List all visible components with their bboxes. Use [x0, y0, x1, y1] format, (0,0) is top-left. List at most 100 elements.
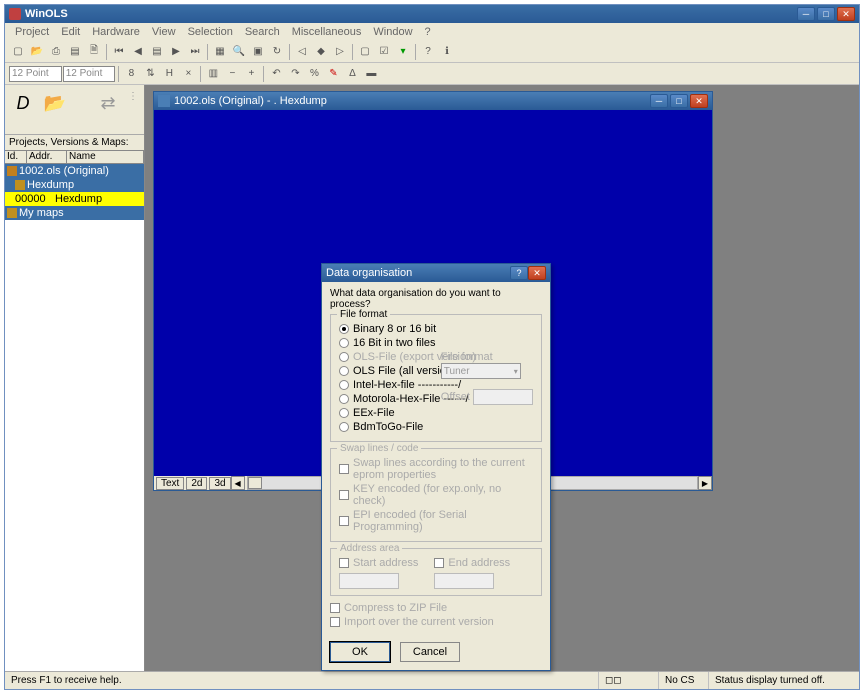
scroll-right-icon[interactable]: ▶ [698, 476, 712, 490]
ok-button[interactable]: OK [330, 642, 390, 662]
about-icon[interactable]: ? [419, 43, 437, 61]
connect-icon[interactable]: ⇄ [96, 91, 120, 115]
menu-misc[interactable]: Miscellaneous [286, 26, 368, 38]
comment-icon[interactable]: ▦ [211, 43, 229, 61]
next-icon[interactable]: ▶ [167, 43, 185, 61]
tree-label: Hexdump [27, 179, 74, 191]
project-tree[interactable]: 1002.ols (Original) Hexdump 00000 Hexdum… [5, 164, 144, 671]
bit8-icon[interactable]: 8 [122, 65, 140, 83]
tab-3d[interactable]: 3d [209, 477, 230, 490]
maximize-button[interactable]: □ [817, 7, 835, 21]
menu-selection[interactable]: Selection [182, 26, 239, 38]
factor-icon[interactable]: × [179, 65, 197, 83]
scroll-left-icon[interactable]: ◀ [231, 476, 245, 490]
side-columns: Id. Addr. Name [5, 150, 144, 164]
minus-icon[interactable]: − [223, 65, 241, 83]
prev-icon[interactable]: ◀ [129, 43, 147, 61]
radio-16bit[interactable]: 16 Bit in two files [339, 337, 533, 349]
redo-icon[interactable]: ↷ [286, 65, 304, 83]
replace-icon[interactable]: ↻ [268, 43, 286, 61]
radio-label: BdmToGo-File [353, 421, 423, 433]
child-maximize-button[interactable]: □ [670, 94, 688, 108]
font-combo-1[interactable]: 12 Point [9, 66, 62, 82]
menu-hardware[interactable]: Hardware [86, 26, 146, 38]
address-group: Address area Start address End address [330, 548, 542, 596]
menu-edit[interactable]: Edit [55, 26, 86, 38]
edit-icon[interactable]: ✎ [324, 65, 342, 83]
tree-row-mymaps[interactable]: My maps [5, 206, 144, 220]
more-icon[interactable]: ⋮ [128, 91, 138, 102]
tab-text[interactable]: Text [156, 477, 184, 490]
open-project-icon[interactable]: 📂 [43, 91, 67, 115]
list-icon[interactable]: ▤ [148, 43, 166, 61]
menu-window[interactable]: Window [367, 26, 418, 38]
end-label: End address [448, 557, 510, 569]
print-icon[interactable]: ⎙ [47, 43, 65, 61]
dialog-title: Data organisation [326, 267, 510, 279]
tune-icon[interactable]: % [305, 65, 323, 83]
check-icon [434, 558, 444, 568]
ffwd-icon[interactable]: ⏭ [186, 43, 204, 61]
help-icon[interactable]: ℹ [438, 43, 456, 61]
flag-icon[interactable]: ▾ [394, 43, 412, 61]
app-titlebar[interactable]: WinOLS ─ □ ✕ [5, 5, 859, 23]
radio-label: EEx-File [353, 407, 395, 419]
menu-search[interactable]: Search [239, 26, 286, 38]
chip-icon[interactable]: ▣ [249, 43, 267, 61]
tree-row-hexdump-parent[interactable]: Hexdump [5, 178, 144, 192]
graph-icon[interactable]: ☑ [375, 43, 393, 61]
menubar: Project Edit Hardware View Selection Sea… [5, 23, 859, 41]
tree-addr: 00000 [15, 193, 55, 205]
tree-row-hexdump[interactable]: 00000 Hexdump [5, 192, 144, 206]
font-combo-2[interactable]: 12 Point [63, 66, 116, 82]
offset-input [473, 389, 533, 405]
search-icon[interactable]: 🔍 [230, 43, 248, 61]
dialog-help-button[interactable]: ? [510, 266, 528, 280]
radio-binary[interactable]: Binary 8 or 16 bit [339, 323, 533, 335]
cancel-button[interactable]: Cancel [400, 642, 460, 662]
open-icon[interactable]: 📂 [28, 43, 46, 61]
plus-icon[interactable]: + [242, 65, 260, 83]
minimize-button[interactable]: ─ [797, 7, 815, 21]
cols-icon[interactable]: ▥ [204, 65, 222, 83]
box-icon[interactable]: ◆ [312, 43, 330, 61]
tree-row-project[interactable]: 1002.ols (Original) [5, 164, 144, 178]
delta-icon[interactable]: Δ [343, 65, 361, 83]
radio-icon [339, 352, 349, 362]
lohi-icon[interactable]: ⇅ [141, 65, 159, 83]
new-icon[interactable]: ▢ [9, 43, 27, 61]
window-icon[interactable]: ▢ [356, 43, 374, 61]
radio-bdmtogo[interactable]: BdmToGo-File [339, 421, 533, 433]
line-icon[interactable]: ▬ [362, 65, 380, 83]
address-legend: Address area [337, 543, 402, 554]
layers-icon[interactable]: ▤ [66, 43, 84, 61]
child-close-button[interactable]: ✕ [690, 94, 708, 108]
child-minimize-button[interactable]: ─ [650, 94, 668, 108]
close-button[interactable]: ✕ [837, 7, 855, 21]
hex-icon[interactable]: H [160, 65, 178, 83]
menu-view[interactable]: View [146, 26, 182, 38]
radio-icon [339, 408, 349, 418]
col-id[interactable]: Id. [5, 151, 27, 163]
menu-project[interactable]: Project [9, 26, 55, 38]
radio-eex[interactable]: EEx-File [339, 407, 533, 419]
child-titlebar[interactable]: 1002.ols (Original) - . Hexdump ─ □ ✕ [154, 92, 712, 110]
radio-icon [339, 422, 349, 432]
col-name[interactable]: Name [67, 151, 144, 163]
rewind-icon[interactable]: ⏮ [110, 43, 128, 61]
dialog-titlebar[interactable]: Data organisation ? ✕ [322, 264, 550, 282]
new-project-icon[interactable]: D [11, 91, 35, 115]
tab-2d[interactable]: 2d [186, 477, 207, 490]
move-icon[interactable]: ◁ [293, 43, 311, 61]
scroll-thumb[interactable] [248, 477, 262, 489]
play-icon[interactable]: ▷ [331, 43, 349, 61]
map-icon [15, 180, 25, 190]
dialog-close-button[interactable]: ✕ [528, 266, 546, 280]
doc-icon [158, 95, 170, 107]
preview-icon[interactable]: 🗎 [85, 43, 103, 61]
undo-icon[interactable]: ↶ [267, 65, 285, 83]
status-display: Status display turned off. [709, 672, 859, 689]
col-addr[interactable]: Addr. [27, 151, 67, 163]
swap-legend: Swap lines / code [337, 443, 421, 454]
menu-help[interactable]: ? [419, 26, 437, 38]
